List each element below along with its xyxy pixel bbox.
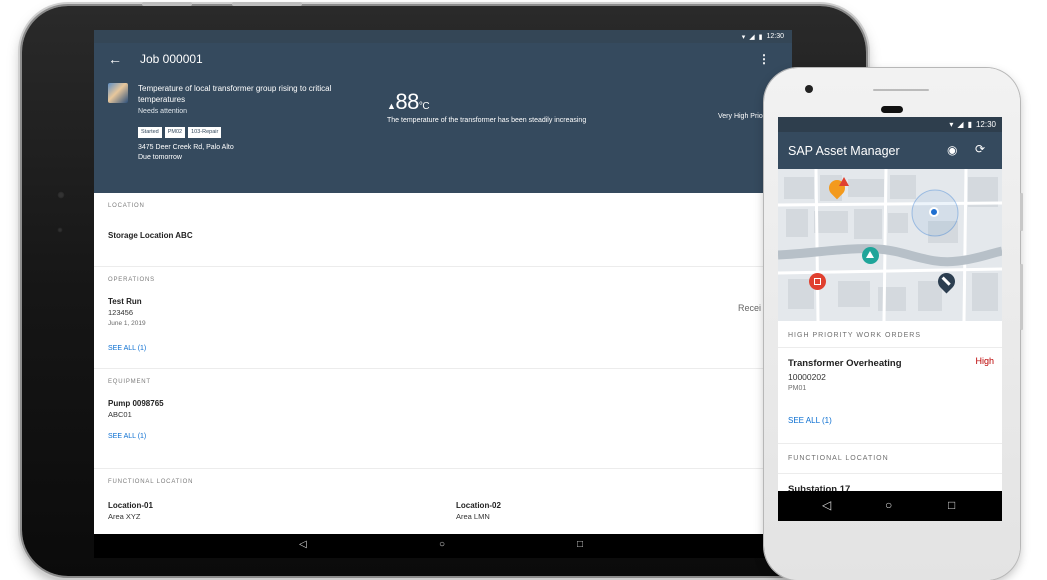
tablet-volume-button: [142, 2, 192, 6]
nav-recents-icon[interactable]: □: [577, 539, 583, 550]
phone-speaker: [881, 106, 903, 113]
operation-date: June 1, 2019: [108, 320, 146, 327]
operation-status: Recei: [738, 303, 762, 313]
tablet-toolbar: ← Job 000001 ⋮: [94, 43, 792, 75]
operation-number: 123456: [108, 308, 134, 317]
list-item[interactable]: Location-02 Area LMN: [442, 501, 515, 521]
phone-screen: ▾ ◢ ▮ 12:30 SAP Asset Manager ◉ ⟳ HIGH P…: [778, 117, 1002, 521]
functional-location-sub: Area XYZ: [108, 512, 141, 521]
page-title: Job 000001: [140, 52, 203, 66]
location-section: LOCATION Storage Location ABC: [94, 193, 792, 267]
job-status: Needs attention: [138, 108, 188, 115]
phone-device: ▾ ◢ ▮ 12:30 SAP Asset Manager ◉ ⟳ HIGH P…: [764, 68, 1023, 580]
job-address: 3475 Deer Creek Rd, Palo Alto: [138, 144, 234, 151]
tag: 103-Repair: [188, 127, 222, 138]
building-pin-icon[interactable]: [809, 273, 826, 290]
status-time: 12:30: [975, 120, 996, 129]
location-value: Storage Location ABC: [108, 231, 193, 240]
temperature-caption: The temperature of the transformer has b…: [387, 117, 587, 124]
tablet-sensor: [57, 227, 63, 233]
nav-back-icon[interactable]: ◁: [299, 539, 307, 550]
phone-power-button: [1020, 193, 1023, 231]
tablet-power-button: [232, 2, 302, 6]
tag: PM02: [164, 127, 186, 138]
sync-icon[interactable]: ⟳: [975, 142, 985, 156]
map-view[interactable]: [778, 169, 1002, 321]
nav-home-icon[interactable]: ○: [885, 498, 892, 512]
map-graphic: [778, 169, 1002, 321]
section-label: FUNCTIONAL LOCATION: [778, 444, 1002, 474]
header-summary: Temperature of local transformer group r…: [108, 83, 378, 163]
product-showcase: ▾ ◢ ▮ 12:30 ← Job 000001 ⋮ Temperature o…: [0, 0, 1047, 580]
status-time: 12:30: [766, 33, 784, 40]
temperature-value: 88: [395, 89, 419, 114]
account-circle-icon[interactable]: ◉: [947, 143, 957, 157]
operations-section: OPERATIONS Test Run 123456 June 1, 2019 …: [94, 267, 792, 369]
phone-status-bar: ▾ ◢ ▮ 12:30: [778, 117, 1002, 132]
equipment-section: EQUIPMENT Pump 0098765 ABC01 SEE ALL (1): [94, 369, 792, 469]
wifi-icon: ▾: [741, 33, 746, 41]
tablet-status-bar: ▾ ◢ ▮ 12:30: [94, 30, 792, 43]
arrow-left-icon[interactable]: ←: [108, 51, 128, 67]
list-item[interactable]: Test Run 123456 June 1, 2019: [94, 297, 792, 327]
battery-icon: ▮: [758, 33, 763, 41]
job-description: Temperature of local transformer group r…: [138, 84, 332, 104]
list-item[interactable]: Location-01 Area XYZ: [94, 501, 167, 521]
object-header: ← Job 000001 ⋮ Temperature of local tran…: [94, 43, 792, 193]
equipment-title: Pump 0098765: [108, 399, 164, 408]
see-all-link[interactable]: SEE ALL (1): [778, 408, 1002, 444]
tablet-screen: ▾ ◢ ▮ 12:30 ← Job 000001 ⋮ Temperature o…: [94, 30, 792, 558]
temperature-unit: °C: [418, 101, 430, 112]
priority-label: Very High Prio: [718, 113, 763, 120]
job-due: Due tomorrow: [138, 154, 182, 161]
app-bar: SAP Asset Manager ◉ ⟳: [778, 132, 1002, 169]
section-label: EQUIPMENT: [108, 379, 151, 385]
warning-icon: [839, 177, 849, 186]
wifi-icon: ▾: [949, 120, 954, 129]
list-item[interactable]: Pump 0098765 ABC01: [94, 399, 792, 419]
section-label: FUNCTIONAL LOCATION: [108, 479, 194, 485]
tablet-device: ▾ ◢ ▮ 12:30 ← Job 000001 ⋮ Temperature o…: [22, 2, 866, 576]
more-vertical-icon[interactable]: ⋮: [758, 52, 770, 66]
header-text: Temperature of local transformer group r…: [138, 83, 378, 163]
phone-camera: [805, 85, 813, 93]
work-order-title: Transformer Overheating: [788, 358, 902, 369]
nav-recents-icon[interactable]: □: [948, 498, 955, 512]
functional-location-title: Location-02: [456, 501, 501, 510]
work-order-type: PM01: [788, 385, 807, 392]
signal-icon: ◢: [749, 33, 755, 41]
functional-location-sub: Area LMN: [456, 512, 490, 521]
functional-location-title: Location-01: [108, 501, 153, 510]
see-all-link[interactable]: SEE ALL (1): [94, 345, 792, 352]
alert-pin-icon[interactable]: [862, 247, 879, 264]
nav-home-icon[interactable]: ○: [439, 539, 445, 550]
equipment-sub: ABC01: [108, 410, 132, 419]
tablet-camera: [57, 191, 65, 199]
tag-list: Started PM02 103-Repair: [138, 127, 378, 138]
phone-mic: [873, 89, 929, 91]
section-label: OPERATIONS: [108, 277, 155, 283]
see-all-link[interactable]: SEE ALL (1): [94, 433, 792, 440]
phone-volume-button: [1020, 264, 1023, 330]
functional-location-section: FUNCTIONAL LOCATION Location-01 Area XYZ…: [94, 469, 792, 533]
section-label: LOCATION: [108, 203, 145, 209]
signal-icon: ◢: [957, 120, 964, 129]
app-title: SAP Asset Manager: [788, 143, 900, 158]
list-item[interactable]: Storage Location ABC: [94, 217, 792, 240]
tag: Started: [138, 127, 162, 138]
operation-title: Test Run: [108, 297, 142, 306]
transformer-thumbnail: [108, 83, 128, 103]
tablet-content: LOCATION Storage Location ABC OPERATIONS…: [94, 193, 792, 533]
section-label: HIGH PRIORITY WORK ORDERS: [778, 321, 1002, 348]
priority-badge: High: [975, 356, 994, 366]
battery-icon: ▮: [967, 120, 972, 129]
work-order-number: 10000202: [788, 372, 826, 382]
work-order-card[interactable]: Transformer Overheating 10000202 PM01 Hi…: [778, 348, 1002, 408]
my-location-icon[interactable]: [929, 207, 939, 217]
phone-nav-bar: ◁ ○ □: [778, 491, 1002, 521]
temperature-kpi: ▲88°C The temperature of the transformer…: [387, 89, 586, 124]
nav-back-icon[interactable]: ◁: [822, 498, 831, 512]
tablet-nav-bar: ◁ ○ □: [94, 534, 792, 558]
